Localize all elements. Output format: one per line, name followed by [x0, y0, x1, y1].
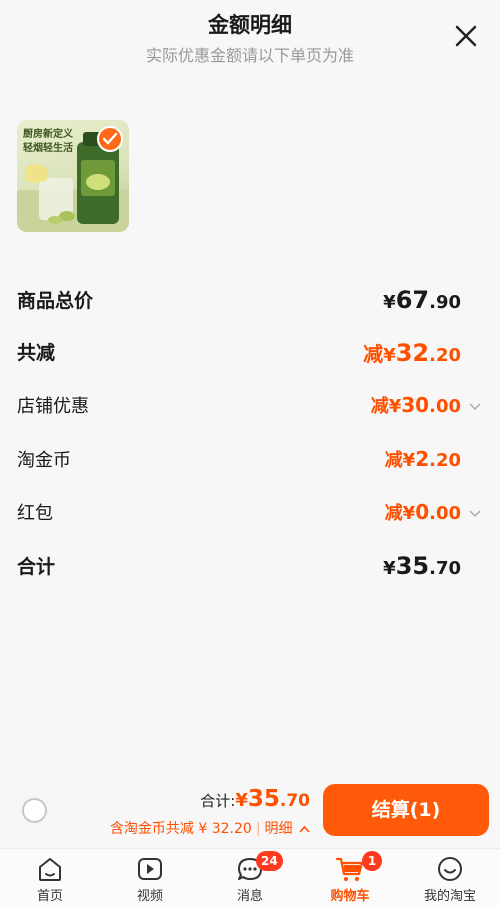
tab-my-taobao[interactable]: 我的淘宝: [400, 849, 500, 906]
page-title: 金额明细: [208, 13, 292, 37]
row-amount: 减¥2.20: [384, 447, 461, 471]
footer-total: 合计:¥35.70: [200, 786, 310, 812]
selected-check-icon: [97, 126, 123, 152]
smiley-face-icon: [438, 857, 462, 881]
row-taojinbi: 淘金币 减¥2.20: [17, 446, 483, 476]
row-label: 合计: [17, 556, 56, 578]
row-label: 店铺优惠: [17, 396, 89, 417]
panel-header: 金额明细 实际优惠金额请以下单页为准: [0, 0, 500, 80]
tab-home[interactable]: 首页: [0, 849, 100, 906]
messages-badge: 24: [256, 851, 283, 871]
row-shop-discount[interactable]: 店铺优惠 减¥30.00: [17, 392, 483, 422]
video-play-icon: [138, 858, 162, 880]
row-amount: 减¥0.00: [384, 500, 461, 524]
row-amount: 减¥30.00: [370, 393, 461, 417]
chevron-down-icon[interactable]: [469, 507, 481, 519]
home-icon: [39, 858, 61, 881]
cart-badge: 1: [362, 851, 382, 871]
chevron-up-icon[interactable]: [299, 825, 310, 834]
row-label: 淘金币: [17, 450, 71, 471]
row-grand-total: 合计 ¥35.70: [17, 552, 483, 582]
row-label: 红包: [17, 503, 53, 524]
chevron-down-icon[interactable]: [469, 400, 481, 412]
row-label: 共减: [17, 342, 56, 364]
shopping-cart-icon: [335, 857, 364, 881]
row-amount: 减¥32.20: [363, 339, 461, 367]
bottom-tab-bar: 首页 视频 24 消息 1 购物车 我的淘宝: [0, 848, 500, 906]
tab-video[interactable]: 视频: [100, 849, 200, 906]
row-total-discount: 共减 减¥32.20: [17, 338, 483, 368]
select-all-radio[interactable]: [22, 798, 47, 823]
product-caption: 厨房新定义 轻烟轻生活: [23, 129, 73, 154]
footer-discount-summary[interactable]: 含淘金币共减 ¥ 32.20 | 明细: [110, 818, 310, 838]
tab-messages[interactable]: 24 消息: [200, 849, 300, 906]
row-amount: ¥67.90: [383, 286, 461, 314]
detail-link[interactable]: 明细: [265, 821, 293, 837]
row-red-packet[interactable]: 红包 减¥0.00: [17, 499, 483, 529]
page-subtitle: 实际优惠金额请以下单页为准: [145, 46, 354, 65]
row-amount: ¥35.70: [383, 552, 461, 580]
row-label: 商品总价: [17, 290, 94, 312]
close-icon[interactable]: [452, 22, 480, 50]
checkout-button[interactable]: 结算(1): [323, 784, 489, 836]
product-thumbnail[interactable]: 厨房新定义 轻烟轻生活: [17, 120, 129, 232]
tab-cart[interactable]: 1 购物车: [300, 849, 400, 906]
row-goods-total: 商品总价 ¥67.90: [17, 286, 483, 316]
